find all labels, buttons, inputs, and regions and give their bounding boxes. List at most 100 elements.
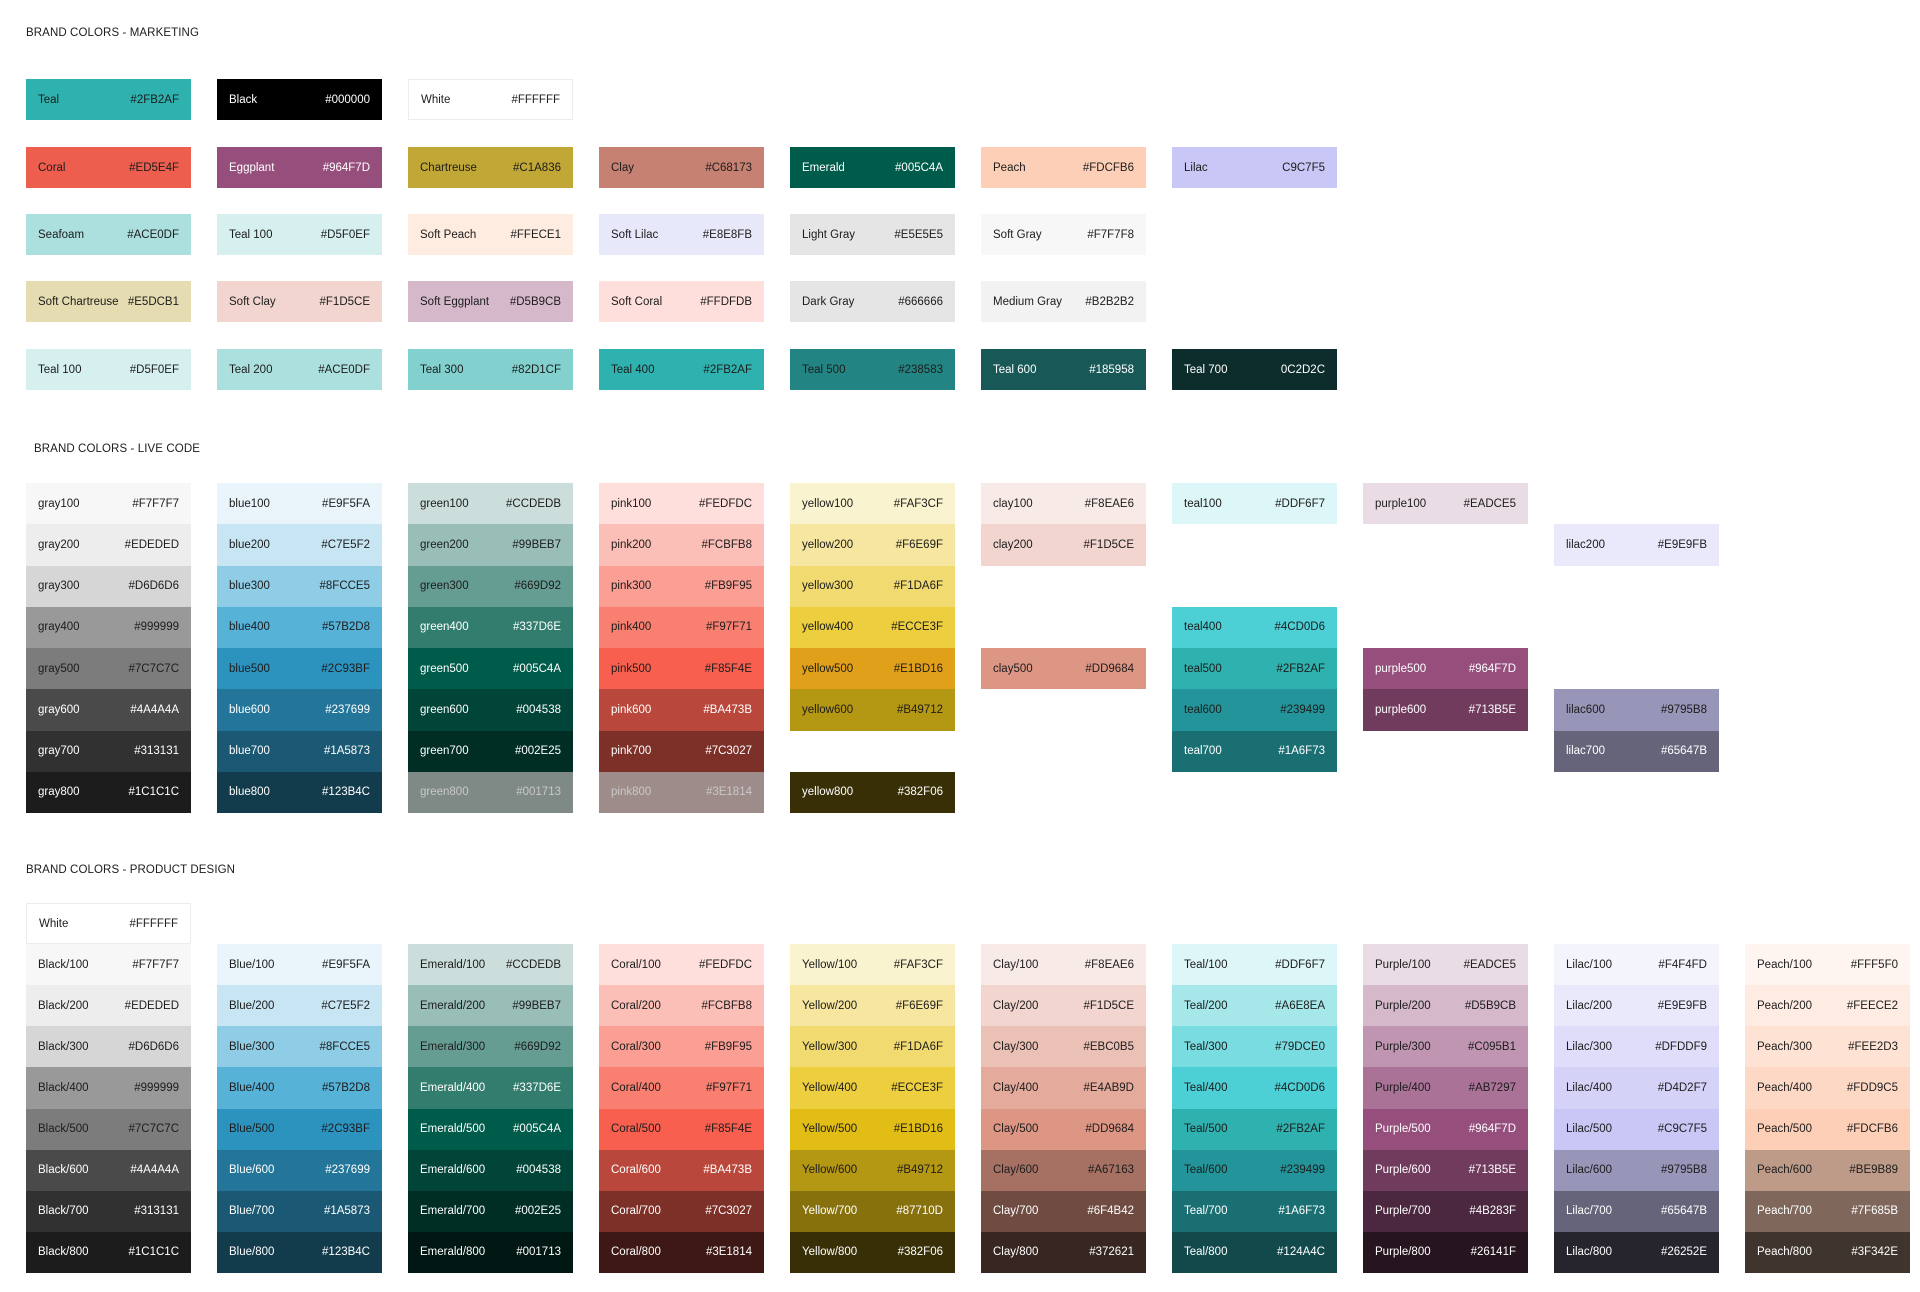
color-swatch[interactable]: Coral/800 #3E1814 xyxy=(599,1231,764,1273)
color-swatch[interactable]: yellow400 #ECCE3F xyxy=(790,606,955,648)
color-swatch[interactable]: Lilac/800 #26252E xyxy=(1554,1231,1719,1273)
color-swatch[interactable]: Yellow/300 #F1DA6F xyxy=(790,1026,955,1068)
color-swatch[interactable]: Purple/300 #C095B1 xyxy=(1363,1026,1528,1068)
color-swatch[interactable]: Lilac/400 #D4D2F7 xyxy=(1554,1067,1719,1109)
color-swatch[interactable]: Black/700 #313131 xyxy=(26,1190,191,1232)
color-swatch[interactable]: Coral/600 #BA473B xyxy=(599,1149,764,1191)
color-swatch[interactable]: Peach/100 #FFF5F0 xyxy=(1745,944,1910,986)
color-swatch[interactable]: Blue/100 #E9F5FA xyxy=(217,944,382,986)
color-swatch[interactable]: Eggplant #964F7D xyxy=(217,147,382,188)
color-swatch[interactable]: Teal 600 #185958 xyxy=(981,349,1146,390)
color-swatch[interactable]: Lilac/500 #C9C7F5 xyxy=(1554,1108,1719,1150)
color-swatch[interactable]: gray200 #EDEDED xyxy=(26,524,191,566)
color-swatch[interactable]: green600 #004538 xyxy=(408,689,573,731)
color-swatch[interactable]: purple100 #EADCE5 xyxy=(1363,483,1528,525)
color-swatch[interactable]: blue500 #2C93BF xyxy=(217,648,382,690)
color-swatch[interactable]: gray100 #F7F7F7 xyxy=(26,483,191,525)
color-swatch[interactable]: Black/800 #1C1C1C xyxy=(26,1231,191,1273)
color-swatch[interactable]: green800 #001713 xyxy=(408,771,573,813)
color-swatch[interactable]: Teal/400 #4CD0D6 xyxy=(1172,1067,1337,1109)
color-swatch[interactable]: Lilac/600 #9795B8 xyxy=(1554,1149,1719,1191)
color-swatch[interactable]: Lilac/300 #DFDDF9 xyxy=(1554,1026,1719,1068)
color-swatch[interactable]: Peach/400 #FDD9C5 xyxy=(1745,1067,1910,1109)
color-swatch[interactable]: Teal/300 #79DCE0 xyxy=(1172,1026,1337,1068)
color-swatch[interactable]: Teal/800 #124A4C xyxy=(1172,1231,1337,1273)
color-swatch[interactable]: Coral/400 #F97F71 xyxy=(599,1067,764,1109)
color-swatch[interactable]: Lilac/100 #F4F4FD xyxy=(1554,944,1719,986)
color-swatch[interactable]: teal100 #DDF6F7 xyxy=(1172,483,1337,525)
color-swatch[interactable]: yellow800 #382F06 xyxy=(790,771,955,813)
color-swatch[interactable]: Yellow/500 #E1BD16 xyxy=(790,1108,955,1150)
color-swatch[interactable]: purple600 #713B5E xyxy=(1363,689,1528,731)
color-swatch[interactable]: yellow600 #B49712 xyxy=(790,689,955,731)
color-swatch[interactable]: Clay/500 #DD9684 xyxy=(981,1108,1146,1150)
color-swatch[interactable]: Teal/200 #A6E8EA xyxy=(1172,985,1337,1027)
color-swatch[interactable]: clay200 #F1D5CE xyxy=(981,524,1146,566)
color-swatch[interactable]: Blue/600 #237699 xyxy=(217,1149,382,1191)
color-swatch[interactable]: Clay/200 #F1D5CE xyxy=(981,985,1146,1027)
color-swatch[interactable]: Teal 300 #82D1CF xyxy=(408,349,573,390)
color-swatch[interactable]: lilac200 #E9E9FB xyxy=(1554,524,1719,566)
color-swatch[interactable]: Teal 100 #D5F0EF xyxy=(217,214,382,255)
color-swatch[interactable]: Blue/800 #123B4C xyxy=(217,1231,382,1273)
color-swatch[interactable]: Yellow/700 #87710D xyxy=(790,1190,955,1232)
color-swatch[interactable]: Coral/200 #FCBFB8 xyxy=(599,985,764,1027)
color-swatch[interactable]: Yellow/400 #ECCE3F xyxy=(790,1067,955,1109)
color-swatch[interactable]: Purple/400 #AB7297 xyxy=(1363,1067,1528,1109)
color-swatch[interactable]: Teal/600 #239499 xyxy=(1172,1149,1337,1191)
color-swatch[interactable]: pink100 #FEDFDC xyxy=(599,483,764,525)
color-swatch[interactable]: Peach/500 #FDCFB6 xyxy=(1745,1108,1910,1150)
color-swatch[interactable]: blue600 #237699 xyxy=(217,689,382,731)
color-swatch[interactable]: gray400 #999999 xyxy=(26,606,191,648)
color-swatch[interactable]: Teal 200 #ACE0DF xyxy=(217,349,382,390)
color-swatch[interactable]: Soft Clay #F1D5CE xyxy=(217,281,382,322)
color-swatch[interactable]: Chartreuse #C1A836 xyxy=(408,147,573,188)
color-swatch[interactable]: gray500 #7C7C7C xyxy=(26,648,191,690)
color-swatch[interactable]: Peach/700 #7F685B xyxy=(1745,1190,1910,1232)
color-swatch[interactable]: teal400 #4CD0D6 xyxy=(1172,606,1337,648)
color-swatch[interactable]: Yellow/200 #F6E69F xyxy=(790,985,955,1027)
color-swatch[interactable]: Soft Eggplant #D5B9CB xyxy=(408,281,573,322)
color-swatch[interactable]: Clay/800 #372621 xyxy=(981,1231,1146,1273)
color-swatch[interactable]: clay500 #DD9684 xyxy=(981,648,1146,690)
color-swatch[interactable]: Teal 700 0C2D2C xyxy=(1172,349,1337,390)
color-swatch[interactable]: Lilac/200 #E9E9FB xyxy=(1554,985,1719,1027)
color-swatch[interactable]: green700 #002E25 xyxy=(408,730,573,772)
color-swatch[interactable]: yellow100 #FAF3CF xyxy=(790,483,955,525)
color-swatch[interactable]: gray300 #D6D6D6 xyxy=(26,565,191,607)
color-swatch[interactable]: Soft Lilac #E8E8FB xyxy=(599,214,764,255)
color-swatch[interactable]: Emerald/800 #001713 xyxy=(408,1231,573,1273)
color-swatch[interactable]: Yellow/600 #B49712 xyxy=(790,1149,955,1191)
color-swatch[interactable]: Clay/700 #6F4B42 xyxy=(981,1190,1146,1232)
color-swatch[interactable]: lilac600 #9795B8 xyxy=(1554,689,1719,731)
color-swatch[interactable]: Peach/200 #FEECE2 xyxy=(1745,985,1910,1027)
color-swatch[interactable]: Purple/500 #964F7D xyxy=(1363,1108,1528,1150)
color-swatch[interactable]: Emerald/400 #337D6E xyxy=(408,1067,573,1109)
color-swatch[interactable]: Black/600 #4A4A4A xyxy=(26,1149,191,1191)
color-swatch[interactable]: Light Gray #E5E5E5 xyxy=(790,214,955,255)
color-swatch[interactable]: Teal 500 #238583 xyxy=(790,349,955,390)
color-swatch[interactable]: pink200 #FCBFB8 xyxy=(599,524,764,566)
color-swatch[interactable]: Black/200 #EDEDED xyxy=(26,985,191,1027)
color-swatch[interactable]: green500 #005C4A xyxy=(408,648,573,690)
color-swatch[interactable]: Coral/300 #FB9F95 xyxy=(599,1026,764,1068)
color-swatch[interactable]: Teal/700 #1A6F73 xyxy=(1172,1190,1337,1232)
color-swatch[interactable]: Purple/600 #713B5E xyxy=(1363,1149,1528,1191)
color-swatch[interactable]: Lilac/700 #65647B xyxy=(1554,1190,1719,1232)
color-swatch[interactable]: Seafoam #ACE0DF xyxy=(26,214,191,255)
color-swatch[interactable]: Purple/200 #D5B9CB xyxy=(1363,985,1528,1027)
color-swatch[interactable]: Teal #2FB2AF xyxy=(26,79,191,120)
color-swatch[interactable]: Blue/500 #2C93BF xyxy=(217,1108,382,1150)
color-swatch[interactable]: Soft Gray #F7F7F8 xyxy=(981,214,1146,255)
color-swatch[interactable]: pink800 #3E1814 xyxy=(599,771,764,813)
color-swatch[interactable]: blue800 #123B4C xyxy=(217,771,382,813)
color-swatch[interactable]: blue700 #1A5873 xyxy=(217,730,382,772)
color-swatch[interactable]: Clay/600 #A67163 xyxy=(981,1149,1146,1191)
color-swatch[interactable]: Emerald/600 #004538 xyxy=(408,1149,573,1191)
color-swatch[interactable]: Peach/300 #FEE2D3 xyxy=(1745,1026,1910,1068)
color-swatch[interactable]: Peach #FDCFB6 xyxy=(981,147,1146,188)
color-swatch[interactable]: pink300 #FB9F95 xyxy=(599,565,764,607)
color-swatch[interactable]: pink400 #F97F71 xyxy=(599,606,764,648)
color-swatch[interactable]: Blue/300 #8FCCE5 xyxy=(217,1026,382,1068)
color-swatch[interactable]: Black/500 #7C7C7C xyxy=(26,1108,191,1150)
